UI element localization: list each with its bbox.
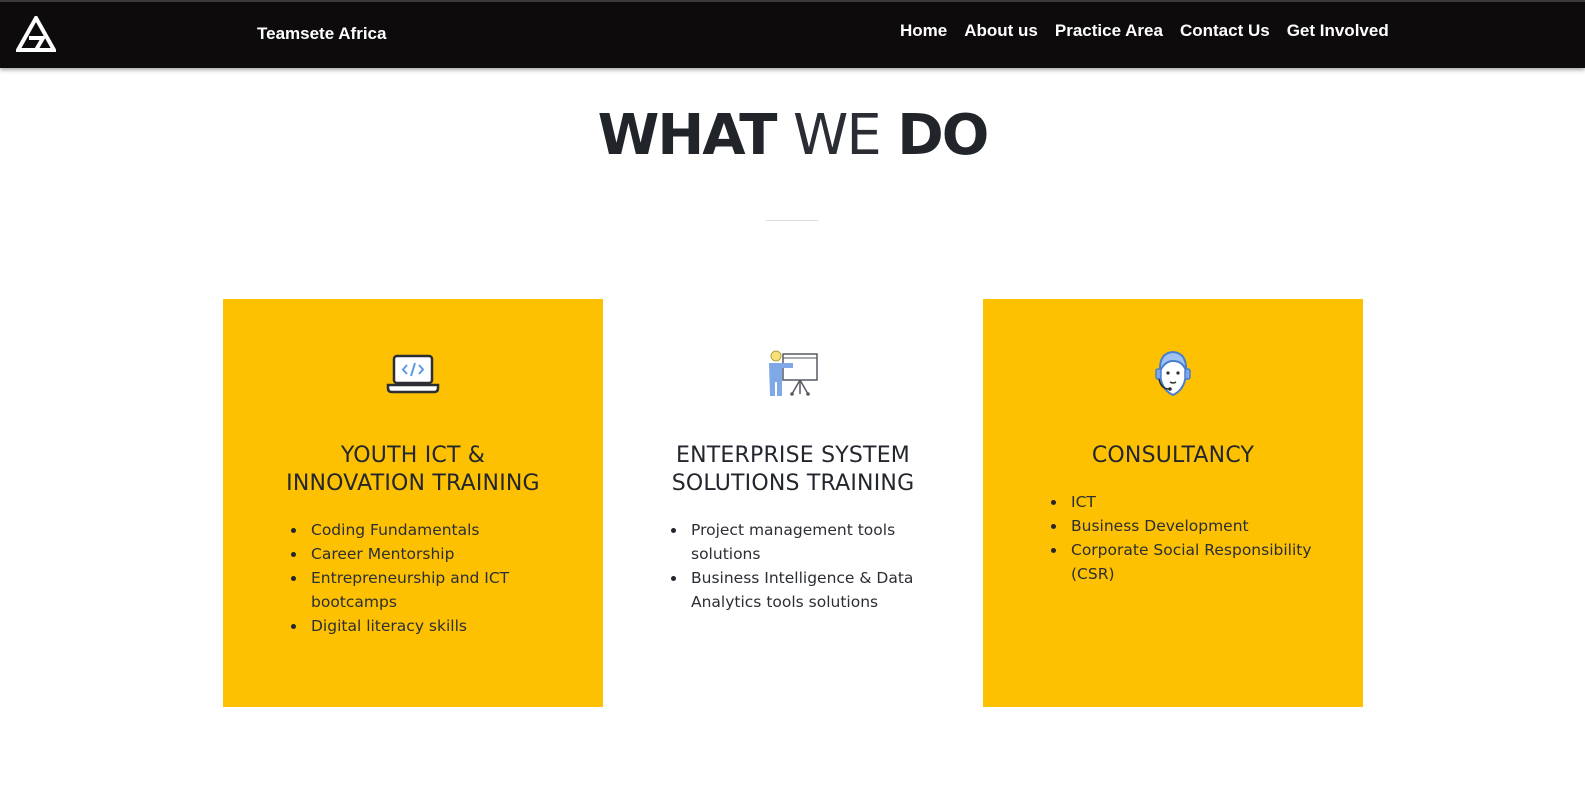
card-title: YOUTH ICT & INNOVATION TRAINING: [243, 442, 583, 498]
list-item: Digital literacy skills: [291, 614, 571, 638]
nav-link-get-involved[interactable]: Get Involved: [1287, 21, 1389, 41]
nav-link-practice-area[interactable]: Practice Area: [1055, 21, 1163, 41]
service-card-enterprise: ENTERPRISE SYSTEM SOLUTIONS TRAINING Pro…: [603, 299, 983, 707]
section-title: WHAT WE DO: [0, 102, 1585, 170]
logo-icon[interactable]: [16, 16, 56, 52]
list-item: Corporate Social Responsibility (CSR): [1051, 538, 1331, 586]
service-list: Coding Fundamentals Career Mentorship En…: [291, 518, 571, 638]
title-word-we: WE: [792, 103, 882, 168]
card-title-line: ENTERPRISE SYSTEM: [676, 443, 910, 468]
card-title: ENTERPRISE SYSTEM SOLUTIONS TRAINING: [623, 442, 963, 498]
title-word-do: DO: [897, 103, 989, 168]
card-title-line: INNOVATION TRAINING: [286, 471, 540, 496]
laptop-code-icon: [383, 349, 443, 399]
service-card-consultancy: CONSULTANCY ICT Business Development Cor…: [983, 299, 1363, 707]
list-item: Career Mentorship: [291, 542, 571, 566]
nav-link-home[interactable]: Home: [900, 21, 947, 41]
list-item: Business Intelligence & Data Analytics t…: [671, 566, 951, 614]
title-word-what: WHAT: [597, 103, 778, 168]
nav-link-about-us[interactable]: About us: [964, 21, 1038, 41]
nav-link-contact-us[interactable]: Contact Us: [1180, 21, 1270, 41]
service-list: ICT Business Development Corporate Socia…: [1051, 490, 1331, 586]
list-item: Entrepreneurship and ICT bootcamps: [291, 566, 571, 614]
navbar: Teamsete Africa Home About us Practice A…: [0, 0, 1585, 68]
list-item: ICT: [1051, 490, 1331, 514]
main-nav: Home About us Practice Area Contact Us G…: [900, 21, 1406, 41]
service-card-youth-ict: YOUTH ICT & INNOVATION TRAINING Coding F…: [223, 299, 603, 707]
title-divider: [766, 220, 818, 221]
card-title-line: SOLUTIONS TRAINING: [671, 471, 915, 496]
list-item: Project management tools solutions: [671, 518, 951, 566]
service-list: Project management tools solutions Busin…: [671, 518, 951, 614]
presenter-whiteboard-icon: [763, 349, 823, 399]
list-item: Coding Fundamentals: [291, 518, 571, 542]
brand-name[interactable]: Teamsete Africa: [257, 24, 386, 44]
card-title-line: YOUTH ICT &: [340, 443, 486, 468]
list-item: Business Development: [1051, 514, 1331, 538]
card-title-line: CONSULTANCY: [1091, 443, 1255, 468]
support-agent-icon: [1143, 349, 1203, 399]
card-title: CONSULTANCY: [1003, 442, 1343, 470]
